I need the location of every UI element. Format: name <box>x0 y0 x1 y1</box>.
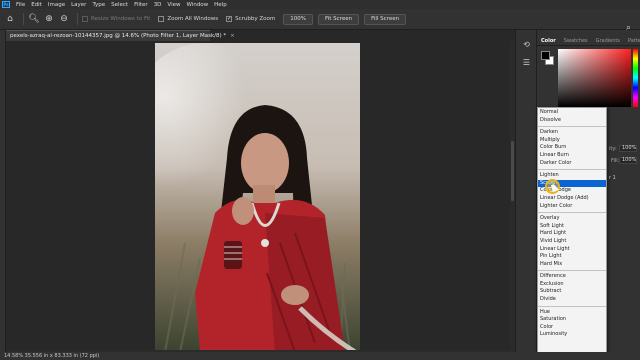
fill-screen-button[interactable]: Fill Screen <box>364 13 407 25</box>
blend-mode-difference[interactable]: Difference <box>538 273 606 281</box>
menu-item-view[interactable]: View <box>164 2 183 8</box>
blend-mode-subtract[interactable]: Subtract <box>538 288 606 296</box>
menu-separator <box>538 270 606 272</box>
blend-mode-linear-light[interactable]: Linear Light <box>538 246 606 254</box>
options-bar: ⌂ 🔍︎ ⊕ ⊖ Resize Windows to Fit Zoom All … <box>0 9 640 33</box>
scrubby-zoom-label: Scrubby Zoom <box>235 16 276 22</box>
status-bar: 14.58% 35.556 in x 83.333 in (72 ppi) <box>0 352 640 360</box>
opacity-label: ity: <box>609 146 617 152</box>
blend-mode-overlay[interactable]: Overlay <box>538 215 606 223</box>
zoom-tool-icon[interactable]: 🔍︎ <box>28 13 40 25</box>
zoom-percent-button[interactable]: 100% <box>283 13 313 25</box>
menu-item-select[interactable]: Select <box>108 2 131 8</box>
blend-mode-dissolve[interactable]: Dissolve <box>538 117 606 125</box>
foreground-color-swatch[interactable] <box>541 51 550 60</box>
zoom-out-icon[interactable]: ⊖ <box>58 13 70 25</box>
menu-item-type[interactable]: Type <box>89 2 108 8</box>
menu-item-image[interactable]: Image <box>45 2 68 8</box>
properties-icon[interactable]: ☰ <box>521 57 532 68</box>
raised-hand <box>232 197 254 225</box>
resize-windows-label: Resize Windows to Fit <box>91 16 151 22</box>
menu-separator <box>538 169 606 171</box>
face <box>241 133 289 193</box>
menu-separator <box>538 212 606 214</box>
checkbox-box[interactable] <box>158 16 165 22</box>
bangles <box>224 241 242 269</box>
menu-separator <box>538 305 606 307</box>
separator <box>23 13 24 25</box>
blend-mode-divide[interactable]: Divide <box>538 296 606 304</box>
menu-item-layer[interactable]: Layer <box>68 2 89 8</box>
fit-screen-button[interactable]: Fit Screen <box>317 13 360 25</box>
blend-mode-soft-light[interactable]: Soft Light <box>538 223 606 231</box>
menu-item-3d[interactable]: 3D <box>151 2 165 8</box>
blend-mode-linear-burn[interactable]: Linear Burn <box>538 152 606 160</box>
blend-mode-hard-mix[interactable]: Hard Mix <box>538 261 606 269</box>
blend-mode-dropdown-list[interactable]: Normal Dissolve Darken Multiply Color Burn Li… <box>537 107 607 357</box>
blend-mode-exclusion[interactable]: Exclusion <box>538 281 606 289</box>
blend-mode-luminosity[interactable]: Luminosity <box>538 331 606 339</box>
scrubby-zoom-checkbox[interactable]: ✓ Scrubby Zoom <box>226 16 275 22</box>
menu-bar: Ps File Edit Image Layer Type Select Filter 3D V… <box>0 0 640 9</box>
checkbox-box[interactable]: ✓ <box>226 16 233 22</box>
panel-icon-strip: ⟲ ☰ <box>515 30 537 352</box>
blend-mode-vivid-light[interactable]: Vivid Light <box>538 238 606 246</box>
portrait-image <box>155 43 360 352</box>
photoshop-logo: Ps <box>2 1 10 8</box>
close-icon[interactable]: × <box>230 33 235 39</box>
blend-mode-multiply[interactable]: Multiply <box>538 137 606 145</box>
color-picker-field[interactable] <box>558 49 631 107</box>
lower-hand <box>281 285 309 305</box>
hue-slider[interactable] <box>633 49 638 107</box>
checkbox-box[interactable] <box>82 16 88 22</box>
menu-item-help[interactable]: Help <box>211 2 230 8</box>
blend-mode-linear-dodge-add[interactable]: Linear Dodge (Add) <box>538 195 606 203</box>
tab-gradients[interactable]: Gradients <box>592 38 624 44</box>
zoom-all-windows-checkbox[interactable]: Zoom All Windows <box>158 16 218 22</box>
document-photo[interactable] <box>155 43 360 352</box>
history-icon[interactable]: ⟲ <box>521 39 532 50</box>
separator <box>77 13 78 25</box>
layer-name-fragment: r 1 <box>609 175 616 181</box>
blend-mode-saturation[interactable]: Saturation <box>538 316 606 324</box>
fill-field[interactable]: 100% <box>619 157 637 164</box>
color-panel-tabs: ColorSwatchesGradientsPatterns <box>537 36 640 46</box>
blend-mode-lighter-color[interactable]: Lighter Color <box>538 203 606 211</box>
blend-mode-color-burn[interactable]: Color Burn <box>538 144 606 152</box>
blend-mode-color[interactable]: Color <box>538 324 606 332</box>
blend-mode-normal[interactable]: Normal <box>538 109 606 117</box>
blend-mode-darken[interactable]: Darken <box>538 129 606 137</box>
blend-mode-hard-light[interactable]: Hard Light <box>538 230 606 238</box>
zoom-in-icon[interactable]: ⊕ <box>43 13 55 25</box>
necklace-pendant <box>261 239 269 247</box>
document-tab[interactable]: pexels-azraq-al-rezoan-10144357.jpg @ 14… <box>6 30 235 41</box>
blend-mode-lighten[interactable]: Lighten <box>538 172 606 180</box>
resize-windows-checkbox[interactable]: Resize Windows to Fit <box>82 16 150 22</box>
blend-mode-hue[interactable]: Hue <box>538 309 606 317</box>
menu-separator <box>538 126 606 128</box>
menu-item-edit[interactable]: Edit <box>28 2 45 8</box>
menu-item-file[interactable]: File <box>13 2 28 8</box>
tab-swatches[interactable]: Swatches <box>560 38 592 44</box>
menu-item-window[interactable]: Window <box>183 2 211 8</box>
document-title: pexels-azraq-al-rezoan-10144357.jpg @ 14… <box>10 33 227 39</box>
blend-mode-pin-light[interactable]: Pin Light <box>538 253 606 261</box>
menu-item-filter[interactable]: Filter <box>131 2 151 8</box>
opacity-field[interactable]: 100% <box>619 145 637 152</box>
home-icon[interactable]: ⌂ <box>4 13 16 25</box>
tab-color[interactable]: Color <box>537 38 560 44</box>
blend-mode-darker-color[interactable]: Darker Color <box>538 160 606 168</box>
zoom-all-windows-label: Zoom All Windows <box>167 16 219 22</box>
tab-patterns[interactable]: Patterns <box>624 38 640 44</box>
scrollbar-thumb[interactable] <box>511 141 514 201</box>
